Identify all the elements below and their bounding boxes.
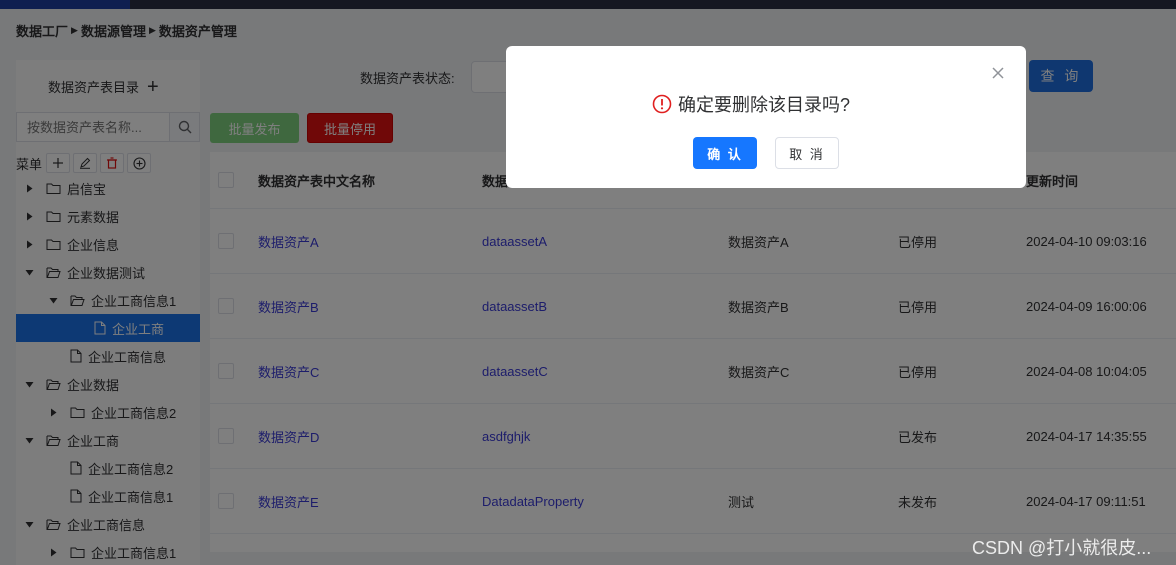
dialog-message-row: 确定要删除该目录吗? (652, 91, 850, 117)
confirm-delete-dialog: 确定要删除该目录吗? 确 认 取 消 (506, 46, 1026, 188)
close-button[interactable] (990, 65, 1006, 81)
cancel-button[interactable]: 取 消 (775, 137, 839, 169)
watermark: CSDN @打小就很皮... (972, 538, 1152, 558)
close-icon (992, 67, 1004, 79)
confirm-button[interactable]: 确 认 (693, 137, 757, 169)
dialog-message: 确定要删除该目录吗? (678, 95, 851, 115)
warning-icon (652, 94, 672, 114)
